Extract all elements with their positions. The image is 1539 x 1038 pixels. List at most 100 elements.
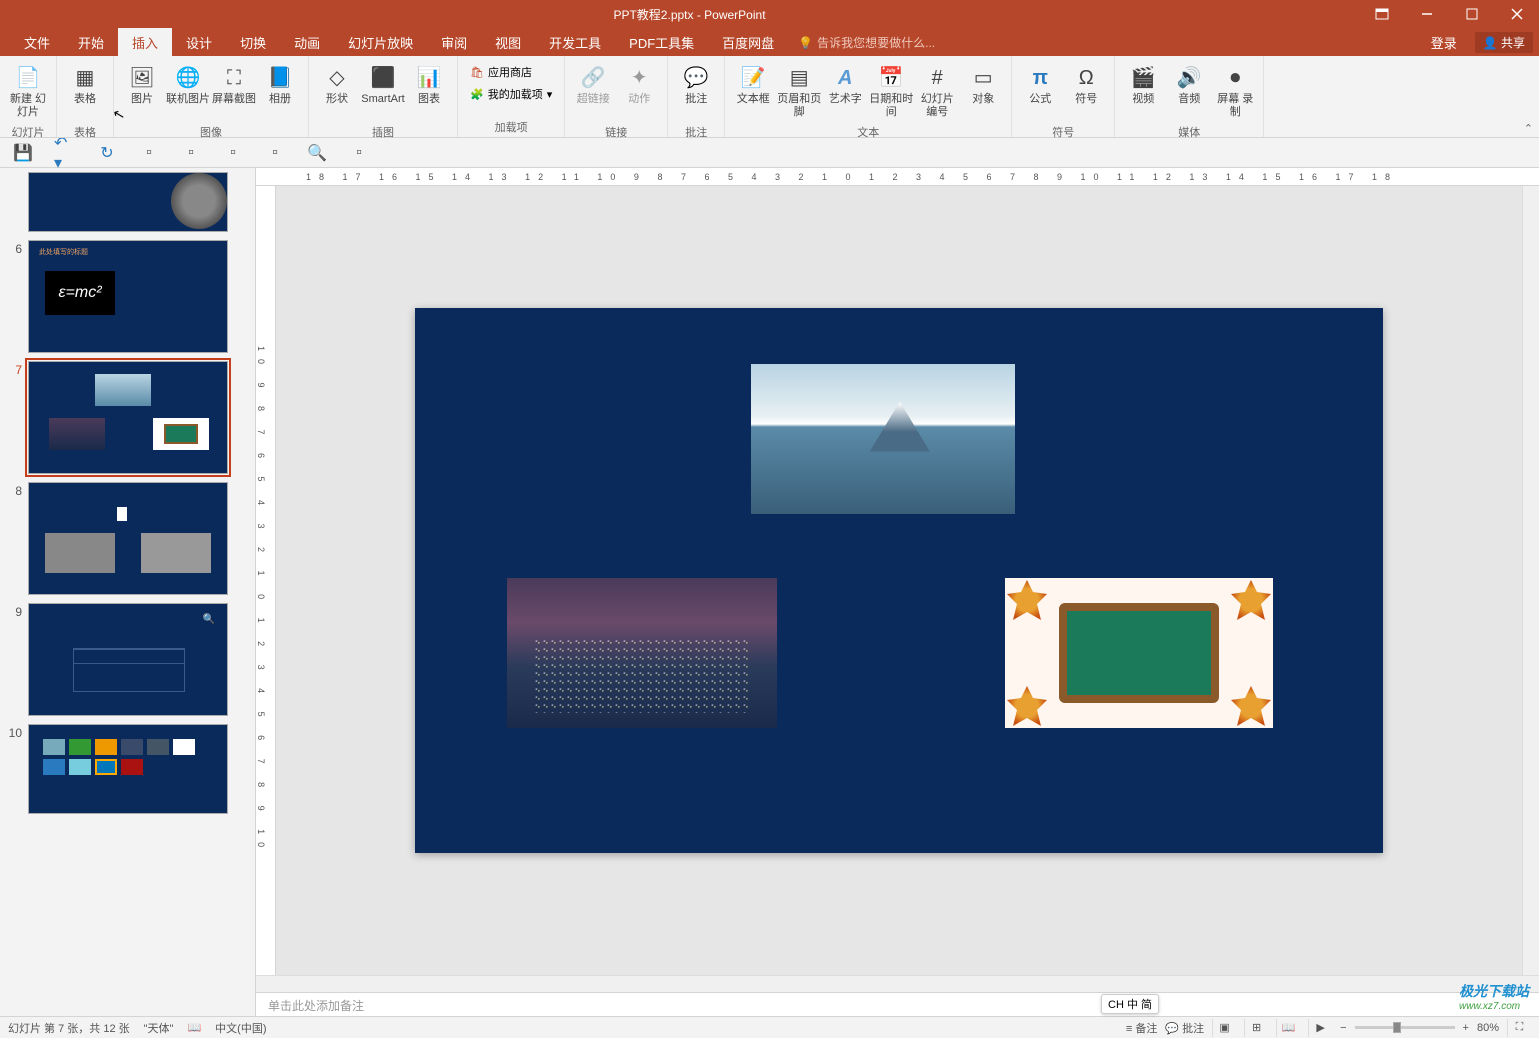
collapse-ribbon-icon[interactable]: ⌃ [1524, 122, 1533, 135]
group-tables: 表格 [74, 122, 96, 142]
tab-slideshow[interactable]: 幻灯片放映 [334, 28, 427, 56]
action-button[interactable]: ✦动作 [617, 60, 661, 122]
share-button[interactable]: 👤 共享 [1475, 32, 1533, 53]
current-slide[interactable] [415, 308, 1383, 853]
qat-tool-4[interactable]: ▫ [264, 142, 286, 164]
store-button[interactable]: 🛍应用商店 [466, 62, 556, 82]
slide-thumb-9[interactable]: 🔍 [28, 603, 228, 716]
window-title: PPT教程2.pptx - PowerPoint [20, 6, 1359, 23]
tab-review[interactable]: 审阅 [427, 28, 481, 56]
audio-button[interactable]: 🔊音频 [1167, 60, 1211, 122]
video-icon: 🎬 [1127, 63, 1159, 93]
image-city-night[interactable] [507, 578, 777, 728]
header-footer-button[interactable]: ▤页眉和页脚 [777, 60, 821, 122]
reading-view-icon[interactable]: 📖 [1276, 1019, 1300, 1037]
screenshot-button[interactable]: ⛶屏幕截图 [212, 60, 256, 122]
chart-button[interactable]: 📊图表 [407, 60, 451, 122]
comment-button[interactable]: 💬批注 [674, 60, 718, 122]
save-icon[interactable]: 💾 [12, 142, 34, 164]
vertical-ruler: 10 9 8 7 6 5 4 3 2 1 0 1 2 3 4 5 6 7 8 9… [256, 186, 276, 975]
spellcheck-icon[interactable]: 📖 [187, 1021, 201, 1034]
equation-button[interactable]: π公式 [1018, 60, 1062, 122]
group-text: 文本 [857, 122, 879, 142]
tab-design[interactable]: 设计 [172, 28, 226, 56]
einstein-portrait [171, 173, 227, 229]
qat-tool-1[interactable]: ▫ [138, 142, 160, 164]
qat-tool-3[interactable]: ▫ [222, 142, 244, 164]
group-images: 图像 [200, 122, 222, 142]
horizontal-scrollbar[interactable] [256, 975, 1539, 992]
picture-button[interactable]: 🖼图片 [120, 60, 164, 122]
my-addins-button[interactable]: 🧩我的加载项 ▾ [466, 84, 556, 104]
ribbon: 📄新建 幻灯片 幻灯片 ▦表格 表格 🖼图片 🌐联机图片 ⛶屏幕截图 📘相册 图… [0, 56, 1539, 138]
wordart-button[interactable]: A艺术字 [823, 60, 867, 122]
thumb-number-10: 10 [8, 724, 22, 740]
slideshow-view-icon[interactable]: ▶ [1308, 1019, 1332, 1037]
notes-pane[interactable]: 单击此处添加备注 [256, 992, 1539, 1016]
slide-thumbnail-panel: 6 此处填写的标题 ε=mc² 7 8 9 🔍 [0, 168, 256, 1016]
qat-tool-6[interactable]: ▫ [348, 142, 370, 164]
notes-toggle[interactable]: ≡ 备注 [1126, 1020, 1157, 1036]
comment-icon: 💬 [680, 63, 712, 93]
album-button[interactable]: 📘相册 [258, 60, 302, 122]
tab-devtools[interactable]: 开发工具 [535, 28, 615, 56]
smartart-button[interactable]: ⬛SmartArt [361, 60, 405, 122]
sorter-view-icon[interactable]: ⊞ [1244, 1019, 1268, 1037]
slide-editor: 18 17 16 15 14 13 12 11 10 9 8 7 6 5 4 3… [256, 168, 1539, 1016]
slide-thumb-8[interactable] [28, 482, 228, 595]
thumb-number-8: 8 [8, 482, 22, 498]
textbox-icon: 📝 [737, 63, 769, 93]
screen-recording-button[interactable]: ⏺屏幕 录制 [1213, 60, 1257, 122]
image-mountain-lake[interactable] [751, 364, 1015, 514]
undo-icon[interactable]: ↶ ▾ [54, 142, 76, 164]
tab-baidu[interactable]: 百度网盘 [708, 28, 788, 56]
tab-home[interactable]: 开始 [64, 28, 118, 56]
datetime-button[interactable]: 📅日期和时间 [869, 60, 913, 122]
thumb-number-6: 6 [8, 240, 22, 256]
tab-transition[interactable]: 切换 [226, 28, 280, 56]
video-button[interactable]: 🎬视频 [1121, 60, 1165, 122]
fit-to-window-icon[interactable]: ⛶ [1507, 1019, 1531, 1037]
textbox-button[interactable]: 📝文本框 [731, 60, 775, 122]
tab-animation[interactable]: 动画 [280, 28, 334, 56]
slide-number-button[interactable]: #幻灯片 编号 [915, 60, 959, 122]
zoom-slider[interactable] [1355, 1026, 1455, 1029]
minimize-icon[interactable] [1404, 0, 1449, 28]
shapes-button[interactable]: ◇形状 [315, 60, 359, 122]
image-chalkboard-leaves[interactable] [1005, 578, 1273, 728]
ribbon-display-icon[interactable] [1359, 0, 1404, 28]
language-indicator[interactable]: 中文(中国) [215, 1020, 266, 1036]
object-button[interactable]: ▭对象 [961, 60, 1005, 122]
tab-view[interactable]: 视图 [481, 28, 535, 56]
watermark: 极光下载站 www.xz7.com [1459, 981, 1529, 1012]
slide-thumb-7[interactable] [28, 361, 228, 474]
tell-me-search[interactable]: 💡告诉我您想要做什么... [788, 34, 935, 51]
zoom-out-icon[interactable]: − [1340, 1022, 1346, 1034]
slide-thumb-partial[interactable] [28, 172, 228, 232]
close-icon[interactable] [1494, 0, 1539, 28]
normal-view-icon[interactable]: ▣ [1212, 1019, 1236, 1037]
slide-thumb-6[interactable]: 此处填写的标题 ε=mc² [28, 240, 228, 353]
tab-file[interactable]: 文件 [10, 28, 64, 56]
zoom-in-icon[interactable]: + [1463, 1022, 1469, 1034]
hyperlink-button[interactable]: 🔗超链接 [571, 60, 615, 122]
tab-insert[interactable]: 插入 [118, 28, 172, 56]
group-media: 媒体 [1178, 122, 1200, 142]
tab-pdf[interactable]: PDF工具集 [615, 28, 708, 56]
slide-thumb-10[interactable] [28, 724, 228, 814]
table-button[interactable]: ▦表格 [63, 60, 107, 122]
datetime-icon: 📅 [875, 63, 907, 93]
maximize-icon[interactable] [1449, 0, 1494, 28]
comments-toggle[interactable]: 💬 批注 [1165, 1020, 1204, 1036]
new-slide-button[interactable]: 📄新建 幻灯片 [6, 60, 50, 122]
qat-tool-2[interactable]: ▫ [180, 142, 202, 164]
online-picture-button[interactable]: 🌐联机图片 [166, 60, 210, 122]
login-button[interactable]: 登录 [1417, 28, 1471, 56]
qat-tool-5[interactable]: 🔍 [306, 142, 328, 164]
ime-indicator[interactable]: CH 中 简 [1101, 994, 1159, 1014]
redo-icon[interactable]: ↻ [96, 142, 118, 164]
zoom-level[interactable]: 80% [1477, 1022, 1499, 1034]
group-symbols: 符号 [1052, 122, 1074, 142]
symbol-button[interactable]: Ω符号 [1064, 60, 1108, 122]
vertical-scrollbar[interactable] [1522, 186, 1539, 975]
